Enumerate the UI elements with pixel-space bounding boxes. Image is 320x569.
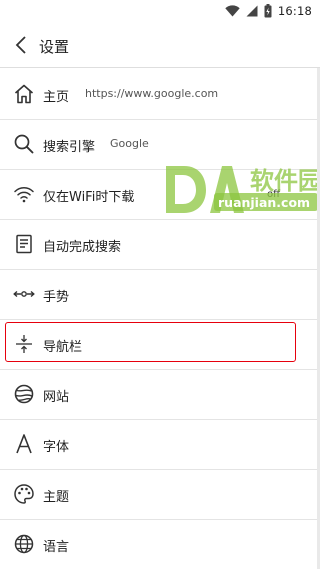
settings-item-label: 手势 — [43, 290, 70, 305]
settings-item-label: 语言 — [43, 540, 70, 555]
battery-icon — [264, 4, 272, 18]
back-arrow-icon[interactable] — [10, 33, 34, 57]
settings-item-value: Google — [110, 137, 149, 150]
language-icon — [14, 534, 34, 554]
settings-item-autocomplete[interactable]: 自动完成搜索 — [0, 220, 320, 270]
settings-item-search-engine[interactable]: 搜索引擎 Google — [0, 120, 320, 170]
clock: 16:18 — [277, 4, 312, 18]
settings-item-theme[interactable]: 主题 — [0, 470, 320, 520]
settings-item-gestures[interactable]: 手势 — [0, 270, 320, 320]
settings-item-label: 主题 — [43, 490, 70, 505]
settings-item-wifi-only-download[interactable]: 仅在WiFi时下载 off — [0, 170, 320, 220]
cell-signal-icon — [246, 5, 258, 17]
settings-list: 主页 https://www.google.com 搜索引擎 Google 仅在… — [0, 70, 320, 569]
appbar-divider — [0, 67, 320, 68]
font-icon — [16, 434, 32, 454]
settings-item-label: 搜索引擎 — [43, 140, 96, 155]
settings-item-font[interactable]: 字体 — [0, 420, 320, 470]
settings-item-language[interactable]: 语言 — [0, 520, 320, 569]
app-bar: 设置 — [0, 22, 320, 68]
settings-item-value: https://www.google.com — [85, 87, 219, 100]
highlight-box — [5, 322, 296, 362]
website-icon — [14, 384, 34, 404]
gesture-icon — [13, 290, 35, 298]
settings-item-websites[interactable]: 网站 — [0, 370, 320, 420]
wifi-signal-icon — [225, 5, 240, 17]
settings-item-label: 网站 — [43, 390, 70, 405]
home-icon — [14, 84, 34, 104]
settings-item-label: 自动完成搜索 — [43, 240, 122, 255]
wifi-icon — [14, 187, 34, 203]
settings-item-value: off — [267, 189, 281, 200]
settings-item-label: 仅在WiFi时下载 — [43, 190, 135, 205]
settings-item-label: 字体 — [43, 440, 70, 455]
page-title: 设置 — [39, 38, 70, 56]
autocomplete-icon — [16, 234, 32, 254]
search-icon — [14, 134, 34, 154]
settings-item-homepage[interactable]: 主页 https://www.google.com — [0, 70, 320, 120]
status-bar: 16:18 — [0, 0, 320, 22]
theme-icon — [14, 484, 34, 504]
settings-item-label: 主页 — [43, 90, 70, 105]
